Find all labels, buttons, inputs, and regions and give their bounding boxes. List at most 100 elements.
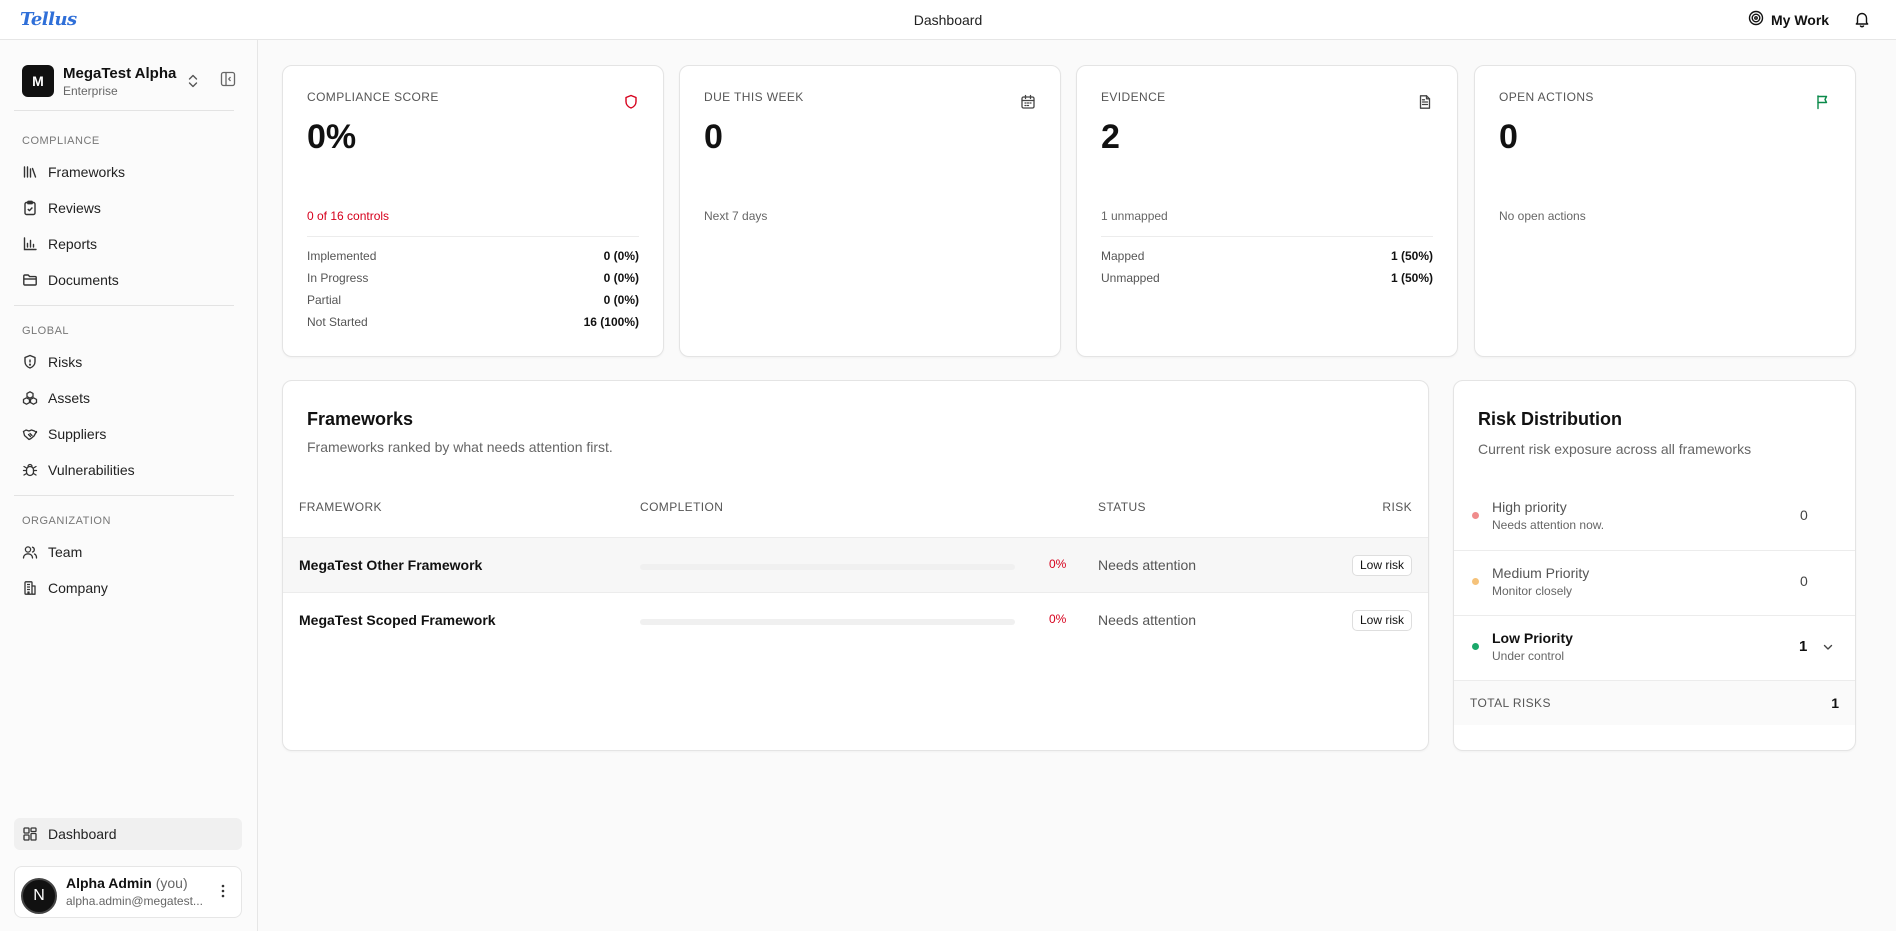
sidebar-item-documents[interactable]: Documents: [14, 264, 242, 296]
total-risks-value: 1: [1831, 695, 1839, 711]
more-vertical-icon[interactable]: [221, 883, 225, 902]
org-avatar: M: [22, 65, 54, 97]
table-row[interactable]: MegaTest Scoped Framework 0% Needs atten…: [283, 592, 1428, 647]
stat-row-value: 16 (100%): [583, 315, 639, 329]
file-text-icon: [1417, 94, 1433, 113]
priority-name: Low Priority: [1492, 630, 1573, 646]
sidebar-item-label: Company: [48, 580, 108, 596]
sidebar-item-label: Risks: [48, 354, 83, 370]
sidebar-item-label: Frameworks: [48, 164, 126, 180]
table-header: FRAMEWORK COMPLETION STATUS RISK: [283, 500, 1428, 518]
stat-row-label: Mapped: [1101, 249, 1145, 263]
stat-row-label: Implemented: [307, 249, 377, 263]
sidebar-item-frameworks[interactable]: Frameworks: [14, 156, 242, 188]
chevron-down-icon[interactable]: [1822, 640, 1834, 656]
users-icon: [22, 544, 38, 560]
sidebar-item-label: Assets: [48, 390, 91, 406]
section-label-organization: ORGANIZATION: [22, 515, 111, 527]
divider: [307, 236, 639, 237]
priority-dot: [1472, 578, 1479, 585]
stat-row-label: Not Started: [307, 315, 368, 329]
stat-value: 2: [1101, 118, 1120, 156]
sidebar-divider: [14, 110, 234, 111]
user-email: alpha.admin@megatest...: [66, 894, 203, 908]
table-row[interactable]: MegaTest Other Framework 0% Needs attent…: [283, 537, 1428, 592]
risk-badge: Low risk: [1351, 555, 1412, 576]
frameworks-title: Frameworks: [307, 409, 414, 429]
org-switcher[interactable]: M MegaTest Alpha Enterprise: [22, 64, 248, 98]
my-work-button[interactable]: My Work: [1748, 10, 1829, 29]
stat-subtext: No open actions: [1499, 209, 1586, 223]
stat-row-value: 1 (50%): [1390, 249, 1433, 263]
stat-row-label: Partial: [307, 293, 342, 307]
column-header-completion[interactable]: COMPLETION: [640, 500, 723, 514]
stat-subtext: 1 unmapped: [1101, 209, 1168, 223]
risk-row-low[interactable]: Low Priority Under control 1: [1454, 615, 1855, 680]
sidebar-item-risks[interactable]: Risks: [14, 346, 242, 378]
clipboard-check-icon: [22, 200, 38, 216]
completion-progress-bar: [640, 564, 1015, 570]
framework-name[interactable]: MegaTest Other Framework: [299, 557, 482, 573]
column-header-framework[interactable]: FRAMEWORK: [299, 500, 382, 514]
risk-distribution-description: Current risk exposure across all framewo…: [1478, 441, 1752, 457]
divider: [1101, 236, 1433, 237]
open-actions-card: OPEN ACTIONS 0 No open actions: [1474, 65, 1856, 357]
status-text: Needs attention: [1098, 612, 1197, 628]
flag-icon: [1815, 94, 1831, 113]
user-you-tag: (you): [155, 875, 188, 891]
sidebar-item-company[interactable]: Company: [14, 572, 242, 604]
sidebar-item-assets[interactable]: Assets: [14, 382, 242, 414]
stat-row-label: In Progress: [307, 271, 369, 285]
sidebar-item-vulnerabilities[interactable]: Vulnerabilities: [14, 454, 242, 486]
framework-name[interactable]: MegaTest Scoped Framework: [299, 612, 496, 628]
user-card[interactable]: N Alpha Admin (you) alpha.admin@megatest…: [14, 866, 242, 918]
section-label-compliance: COMPLIANCE: [22, 135, 100, 147]
notifications-bell-icon[interactable]: [1853, 10, 1871, 31]
chevrons-up-down-icon[interactable]: [186, 73, 200, 92]
sidebar-item-reviews[interactable]: Reviews: [14, 192, 242, 224]
stat-row: Implemented 0 (0%): [307, 249, 639, 267]
status-text: Needs attention: [1098, 557, 1197, 573]
sidebar-collapse-icon[interactable]: [220, 71, 236, 90]
section-label-global: GLOBAL: [22, 325, 70, 337]
priority-name: Medium Priority: [1492, 565, 1590, 581]
column-header-risk[interactable]: RISK: [1382, 500, 1412, 514]
sidebar-divider: [14, 495, 234, 496]
sidebar-divider: [14, 305, 234, 306]
compliance-score-card: COMPLIANCE SCORE 0% 0 of 16 controls Imp…: [282, 65, 664, 357]
risk-badge: Low risk: [1351, 610, 1412, 631]
stat-value: 0: [1499, 118, 1518, 156]
library-icon: [22, 164, 38, 180]
total-risks-label: TOTAL RISKS: [1470, 696, 1551, 710]
stat-row-label: Unmapped: [1101, 271, 1160, 285]
stat-row: Not Started 16 (100%): [307, 315, 639, 333]
folder-icon: [22, 272, 38, 288]
stat-row-value: 0 (0%): [603, 249, 639, 263]
risk-distribution-card: Risk Distribution Current risk exposure …: [1453, 380, 1856, 751]
stat-subtext: 0 of 16 controls: [307, 209, 390, 223]
priority-dot: [1472, 643, 1479, 650]
building-icon: [22, 580, 38, 596]
bug-icon: [22, 462, 38, 478]
top-bar: Tellus Dashboard My Work: [0, 0, 1896, 40]
priority-subtext: Needs attention now.: [1492, 518, 1605, 532]
sidebar-item-suppliers[interactable]: Suppliers: [14, 418, 242, 450]
priority-count: 0: [1800, 507, 1808, 523]
sidebar-item-reports[interactable]: Reports: [14, 228, 242, 260]
priority-dot: [1472, 512, 1479, 519]
sidebar-item-label: Reviews: [48, 200, 101, 216]
risk-row-high: High priority Needs attention now. 0: [1454, 485, 1855, 550]
total-risks-row: TOTAL RISKS 1: [1454, 680, 1855, 725]
stat-row-value: 0 (0%): [603, 271, 639, 285]
priority-count: 1: [1799, 638, 1808, 655]
column-header-status[interactable]: STATUS: [1098, 500, 1146, 514]
sidebar-item-dashboard[interactable]: Dashboard: [14, 818, 242, 850]
priority-count: 0: [1800, 573, 1808, 589]
stat-row-value: 1 (50%): [1390, 271, 1433, 285]
avatar: N: [21, 878, 57, 914]
user-name-text: Alpha Admin: [66, 875, 152, 891]
stat-row: Unmapped 1 (50%): [1101, 271, 1433, 289]
bar-chart-icon: [22, 236, 38, 252]
sidebar-item-team[interactable]: Team: [14, 536, 242, 568]
completion-percent: 0%: [1049, 612, 1067, 626]
